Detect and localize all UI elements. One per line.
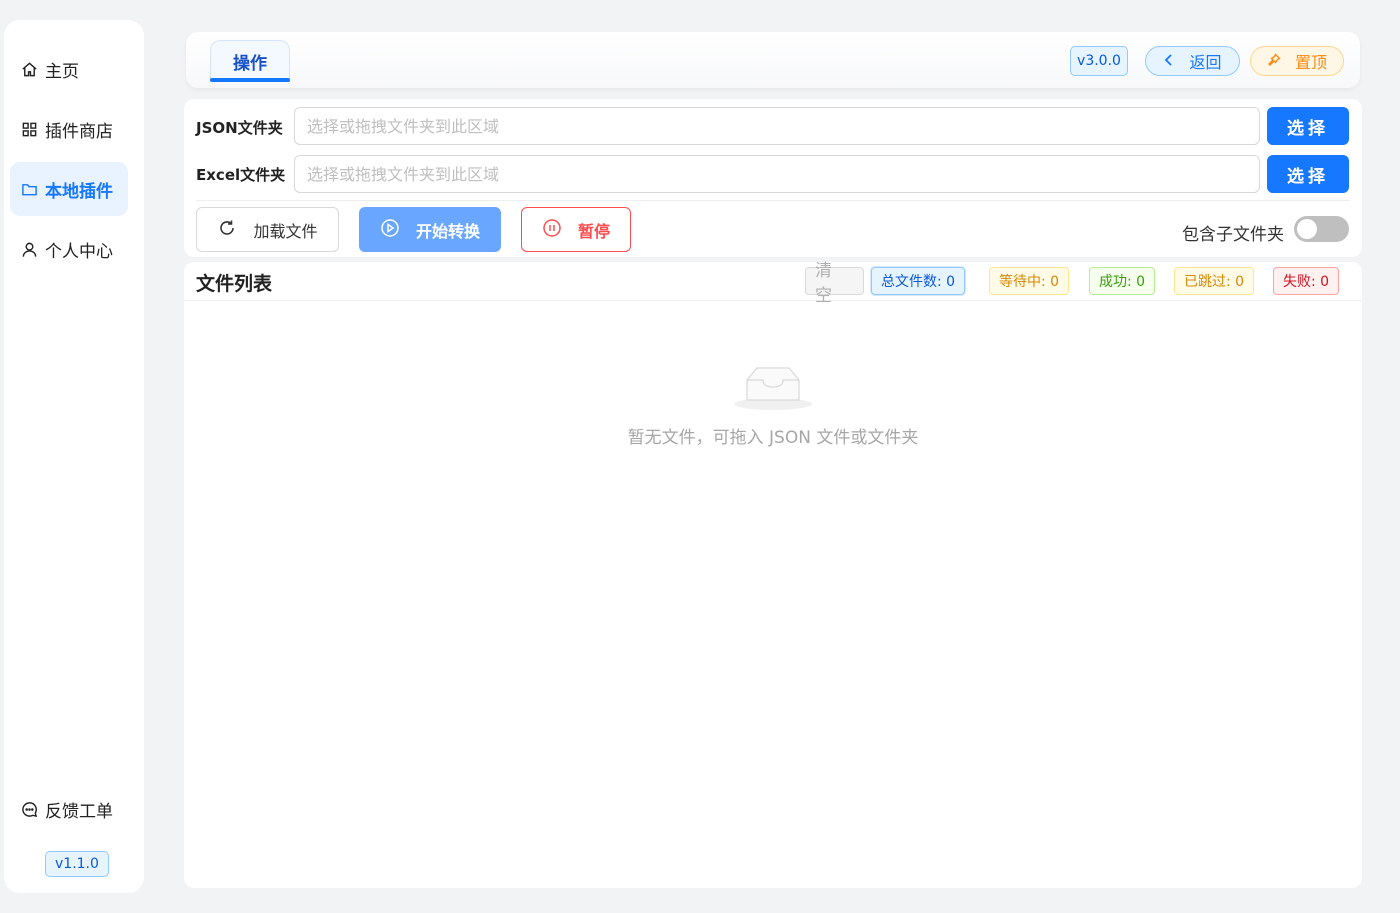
back-button-label: 返回	[1189, 53, 1222, 72]
grid-icon	[20, 120, 38, 138]
failed-badge: 失败: 0	[1273, 267, 1340, 295]
success-badge: 成功: 0	[1089, 267, 1156, 295]
json-folder-input[interactable]	[294, 107, 1260, 145]
header-bar: 操作 v3.0.0 返回 置顶	[186, 32, 1360, 88]
divider	[196, 200, 1350, 201]
total-files-badge: 总文件数: 0	[871, 267, 966, 295]
app-version-badge: v1.1.0	[45, 851, 109, 877]
sidebar-item-local-plugins[interactable]: 本地插件	[10, 162, 128, 216]
sidebar-item-label: 反馈工单	[45, 801, 113, 822]
include-subfolders-label: 包含子文件夹	[1182, 225, 1284, 245]
sidebar-item-label: 个人中心	[45, 241, 113, 262]
toggle-knob	[1297, 219, 1317, 239]
load-files-label: 加载文件	[253, 221, 318, 241]
pause-label: 暂停	[577, 221, 610, 241]
back-button[interactable]: 返回	[1145, 46, 1240, 76]
folder-icon	[20, 180, 38, 198]
file-list-panel: 文件列表 清空 总文件数: 0 等待中: 0 成功: 0 已跳过: 0 失败: …	[184, 261, 1362, 888]
user-icon	[20, 240, 38, 258]
tab-active-indicator	[210, 78, 290, 82]
chat-icon	[20, 800, 38, 818]
sidebar: 主页 插件商店 本地插件 个人中心 反馈工单 v1.1.0	[4, 20, 144, 893]
tab-operation[interactable]: 操作	[210, 40, 290, 82]
sidebar-item-label: 本地插件	[45, 181, 113, 202]
sidebar-item-profile[interactable]: 个人中心	[10, 222, 128, 276]
chevron-left-icon	[1163, 52, 1175, 71]
choose-excel-folder-button[interactable]: 选择	[1267, 155, 1349, 193]
clear-button[interactable]: 清空	[805, 261, 864, 306]
excel-folder-label: Excel文件夹	[196, 166, 286, 184]
pause-circle-icon	[542, 218, 562, 242]
file-list-header: 文件列表 清空 总文件数: 0 等待中: 0 成功: 0 已跳过: 0 失败: …	[184, 261, 1362, 306]
sidebar-item-plugin-store[interactable]: 插件商店	[10, 102, 128, 156]
choose-json-folder-button[interactable]: 选择	[1267, 107, 1349, 145]
sidebar-item-home[interactable]: 主页	[10, 42, 128, 96]
pause-button[interactable]: 暂停	[521, 207, 631, 252]
excel-folder-input[interactable]	[294, 155, 1260, 193]
file-list-title: 文件列表	[196, 273, 273, 295]
play-circle-icon	[380, 218, 400, 242]
sidebar-item-label: 主页	[45, 61, 79, 82]
folder-form: JSON文件夹 选择 Excel文件夹 选择 加载文件 开始转换 暂停 包含子文…	[184, 99, 1362, 257]
empty-inbox-icon	[733, 358, 813, 412]
sidebar-item-feedback[interactable]: 反馈工单	[10, 782, 128, 836]
load-files-button[interactable]: 加载文件	[196, 207, 339, 252]
start-convert-label: 开始转换	[415, 221, 480, 241]
plugin-version-badge: v3.0.0	[1070, 46, 1128, 76]
sidebar-item-label: 插件商店	[45, 121, 113, 142]
pin-button[interactable]: 置顶	[1250, 46, 1344, 76]
home-icon	[20, 60, 38, 78]
pin-button-label: 置顶	[1294, 53, 1327, 72]
start-convert-button[interactable]: 开始转换	[359, 207, 501, 252]
waiting-badge: 等待中: 0	[989, 267, 1070, 295]
skipped-badge: 已跳过: 0	[1174, 267, 1255, 295]
pin-icon	[1267, 52, 1281, 71]
reload-icon	[217, 218, 237, 242]
include-subfolders-toggle[interactable]	[1294, 216, 1349, 242]
json-folder-label: JSON文件夹	[196, 119, 283, 137]
empty-state-text: 暂无文件，可拖入 JSON 文件或文件夹	[627, 428, 919, 448]
